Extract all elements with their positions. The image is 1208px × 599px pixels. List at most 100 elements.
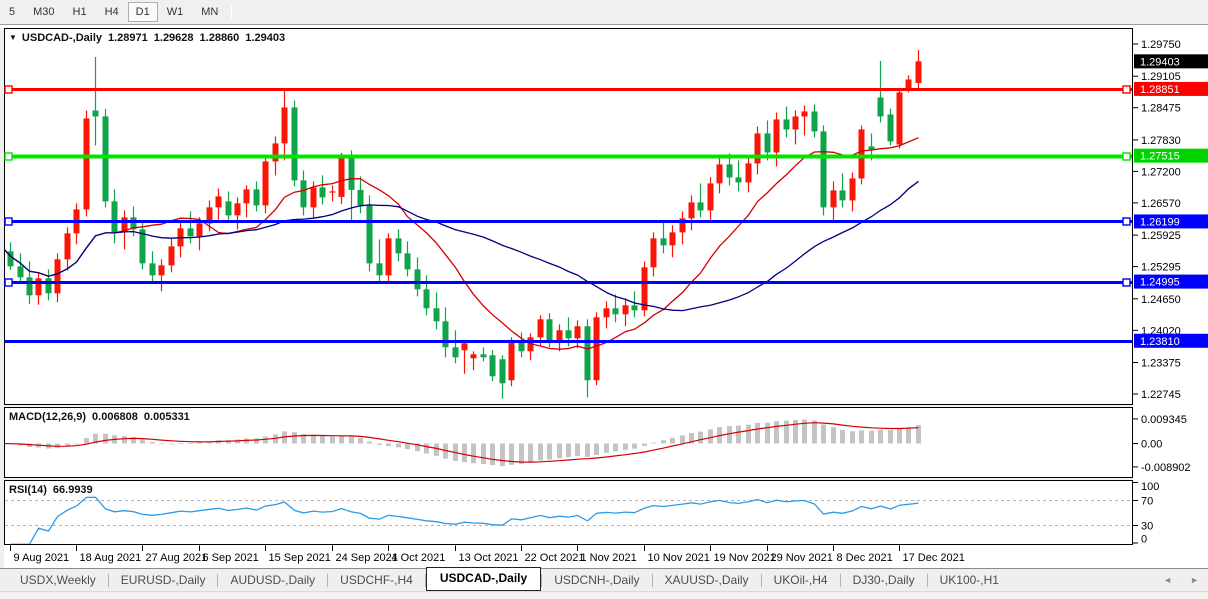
- candle-body: [547, 319, 553, 341]
- candle-body: [150, 263, 156, 275]
- tab-ukoil-h4[interactable]: UKOil-,H4: [762, 569, 840, 591]
- macd-histogram-bar: [471, 444, 476, 464]
- candle-body: [538, 319, 544, 337]
- timeframe-button-h4[interactable]: H4: [96, 2, 128, 22]
- macd-histogram-bar: [434, 444, 439, 456]
- macd-histogram-bar: [396, 444, 401, 448]
- status-bar: [0, 591, 1208, 599]
- candle-body: [793, 116, 799, 129]
- rsi-axis-label: 100: [1141, 481, 1159, 493]
- macd-histogram-bar: [613, 444, 618, 452]
- macd-histogram-bar: [547, 444, 552, 460]
- candle-body: [840, 190, 846, 200]
- macd-histogram-bar: [311, 435, 316, 444]
- candle-body: [500, 359, 506, 383]
- macd-histogram-bar: [840, 430, 845, 444]
- timeframe-toolbar: 5M30H1H4D1W1MN: [0, 0, 1208, 24]
- candle-body: [490, 355, 496, 376]
- candle-body: [311, 187, 317, 207]
- macd-histogram-bar: [481, 444, 486, 465]
- tab-dj30-daily[interactable]: DJ30-,Daily: [841, 569, 927, 591]
- timeframe-button-mn[interactable]: MN: [192, 2, 227, 22]
- candle-body: [717, 164, 723, 183]
- tab-scroll-left-icon[interactable]: ◄: [1154, 575, 1181, 585]
- date-tick-label: 17 Dec 2021: [903, 552, 965, 564]
- candle-body: [18, 266, 24, 277]
- candle-body: [377, 263, 383, 275]
- candle-body: [774, 119, 780, 152]
- tab-usdcnh-daily[interactable]: USDCNH-,Daily: [542, 569, 651, 591]
- macd-histogram-bar: [122, 436, 127, 444]
- tab-usdcad-daily[interactable]: USDCAD-,Daily: [426, 567, 541, 591]
- candle-body: [831, 190, 837, 207]
- candle-body: [557, 330, 563, 341]
- candle-body: [434, 308, 440, 321]
- macd-histogram-bar: [727, 426, 732, 443]
- macd-histogram-bar: [330, 437, 335, 444]
- tab-xauusd-daily[interactable]: XAUUSD-,Daily: [653, 569, 761, 591]
- quote-open: 1.28971: [108, 32, 148, 44]
- candle-body: [802, 111, 808, 116]
- candle-body: [396, 238, 402, 253]
- timeframe-button-5[interactable]: 5: [0, 2, 24, 22]
- candle-body: [65, 233, 71, 259]
- macd-histogram-bar: [594, 444, 599, 455]
- candle-body: [367, 205, 373, 263]
- tab-uk100-h1[interactable]: UK100-,H1: [928, 569, 1011, 591]
- candle-body: [103, 116, 109, 201]
- tab-usdx-weekly[interactable]: USDX,Weekly: [8, 569, 108, 591]
- hline-handle: [1123, 218, 1130, 225]
- timeframe-button-d1[interactable]: D1: [128, 2, 158, 22]
- macd-indicator-label: MACD(12,26,9) 0.006808 0.005331: [9, 411, 196, 423]
- price-badge-label: 1.28851: [1140, 84, 1180, 96]
- chart-tab-bar: USDX,WeeklyEURUSD-,DailyAUDUSD-,DailyUSD…: [0, 568, 1208, 591]
- tab-eurusd-daily[interactable]: EURUSD-,Daily: [109, 569, 218, 591]
- collapse-chart-icon[interactable]: ▼: [9, 33, 17, 42]
- macd-histogram-bar: [500, 444, 505, 467]
- price-tick-label: 1.26570: [1141, 198, 1181, 210]
- candle-body: [859, 129, 865, 178]
- terminal-window: 5M30H1H4D1W1MN 1.297501.291051.284751.27…: [0, 0, 1208, 599]
- candle-body: [197, 223, 203, 236]
- candle-body: [339, 158, 345, 196]
- candle-body: [575, 326, 581, 338]
- tab-usdchf-h4[interactable]: USDCHF-,H4: [328, 569, 425, 591]
- price-tick-label: 1.25925: [1141, 230, 1181, 242]
- price-badge-label: 1.29403: [1140, 56, 1180, 68]
- candle-body: [226, 201, 232, 215]
- macd-histogram-bar: [897, 429, 902, 444]
- macd-name: MACD(12,26,9): [9, 411, 86, 423]
- date-tick-label: 6 Sep 2021: [203, 552, 259, 564]
- macd-histogram-bar: [698, 432, 703, 444]
- candle-body: [282, 107, 288, 143]
- macd-histogram-bar: [575, 444, 580, 456]
- tab-scroll-right-icon[interactable]: ►: [1181, 575, 1208, 585]
- chart-canvas[interactable]: 1.297501.291051.284751.278301.272001.265…: [0, 0, 1208, 599]
- candle-body: [689, 202, 695, 218]
- hline-handle: [5, 279, 12, 286]
- candle-body: [453, 347, 459, 357]
- rsi-value: 66.9939: [53, 484, 93, 496]
- macd-histogram-bar: [774, 421, 779, 443]
- candle-body: [27, 277, 33, 295]
- macd-histogram-bar: [358, 438, 363, 443]
- timeframe-button-w1[interactable]: W1: [158, 2, 193, 22]
- candle-body: [320, 187, 326, 197]
- candle-body: [273, 143, 279, 161]
- candle-body: [642, 267, 648, 310]
- candle-body: [509, 341, 515, 380]
- macd-histogram-bar: [859, 430, 864, 443]
- price-tick-label: 1.24650: [1141, 294, 1181, 306]
- macd-histogram-bar: [349, 437, 354, 444]
- timeframe-button-m30[interactable]: M30: [24, 2, 63, 22]
- candle-body: [349, 155, 355, 190]
- candle-body: [850, 178, 856, 200]
- candle-body: [188, 228, 194, 236]
- tab-audusd-daily[interactable]: AUDUSD-,Daily: [218, 569, 327, 591]
- macd-histogram-bar: [538, 444, 543, 461]
- timeframe-button-h1[interactable]: H1: [64, 2, 96, 22]
- candle-body: [254, 189, 260, 205]
- macd-value-signal: 0.005331: [144, 411, 190, 423]
- candle-body: [93, 110, 99, 116]
- macd-histogram-bar: [812, 420, 817, 443]
